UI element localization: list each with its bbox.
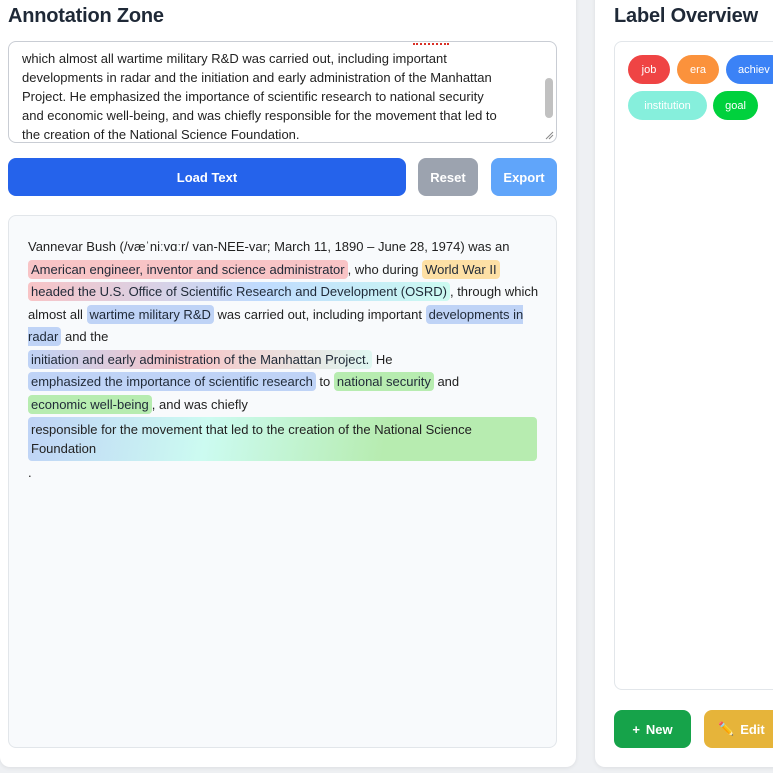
scrollbar-thumb[interactable] bbox=[545, 78, 553, 118]
edit-label-button[interactable]: ✏️ Edit bbox=[704, 710, 773, 748]
annotation-goal[interactable]: economic well-being bbox=[28, 394, 152, 414]
annotated-text-area: Vannevar Bush (/væˈniːvɑːr/ van-NEE-var;… bbox=[8, 215, 557, 748]
source-text-content: x which almost all wartime military R&D … bbox=[22, 51, 497, 142]
annotation-goal[interactable]: national security bbox=[333, 372, 434, 391]
tag-institution[interactable]: institution bbox=[628, 91, 707, 120]
annotation-era[interactable]: World War II bbox=[422, 259, 500, 279]
export-button[interactable]: Export bbox=[491, 158, 557, 196]
tag-job[interactable]: job bbox=[628, 55, 670, 84]
label-tag-list bbox=[614, 41, 773, 690]
annotation-zone-title: Annotation Zone bbox=[8, 5, 164, 27]
annotation-achievement-institution-goal[interactable]: responsible for the movement that led to… bbox=[28, 417, 537, 461]
tag-achievement[interactable]: achiev bbox=[726, 55, 773, 84]
scrollbar[interactable] bbox=[544, 44, 554, 140]
annotation-achievement[interactable]: emphasized the importance of scientific … bbox=[28, 372, 316, 391]
annotation-job[interactable]: American engineer, inventor and science … bbox=[28, 259, 348, 279]
load-text-button[interactable]: Load Text bbox=[8, 158, 406, 196]
annotated-text: Vannevar Bush (/væˈniːvɑːr/ van-NEE-var;… bbox=[28, 239, 539, 480]
tag-goal[interactable]: goal bbox=[713, 91, 758, 120]
label-overview-title: Label Overview bbox=[614, 5, 758, 27]
tag-era[interactable]: era bbox=[677, 55, 719, 84]
new-label-button[interactable]: + New bbox=[614, 710, 691, 748]
annotation-achievement[interactable]: wartime military R&D bbox=[86, 304, 214, 324]
resize-grip-icon[interactable] bbox=[544, 130, 554, 140]
annotation-job-achievement-institution[interactable]: headed the U.S. Office of Scientific Res… bbox=[28, 282, 450, 301]
reset-button[interactable]: Reset bbox=[418, 158, 478, 196]
annotation-achievement-job-institution[interactable]: initiation and early administration of t… bbox=[28, 349, 373, 369]
plus-icon: + bbox=[632, 721, 640, 737]
spellcheck-underline bbox=[413, 42, 449, 45]
pencil-icon: ✏️ bbox=[718, 721, 735, 736]
source-text-area[interactable]: x which almost all wartime military R&D … bbox=[8, 41, 557, 143]
